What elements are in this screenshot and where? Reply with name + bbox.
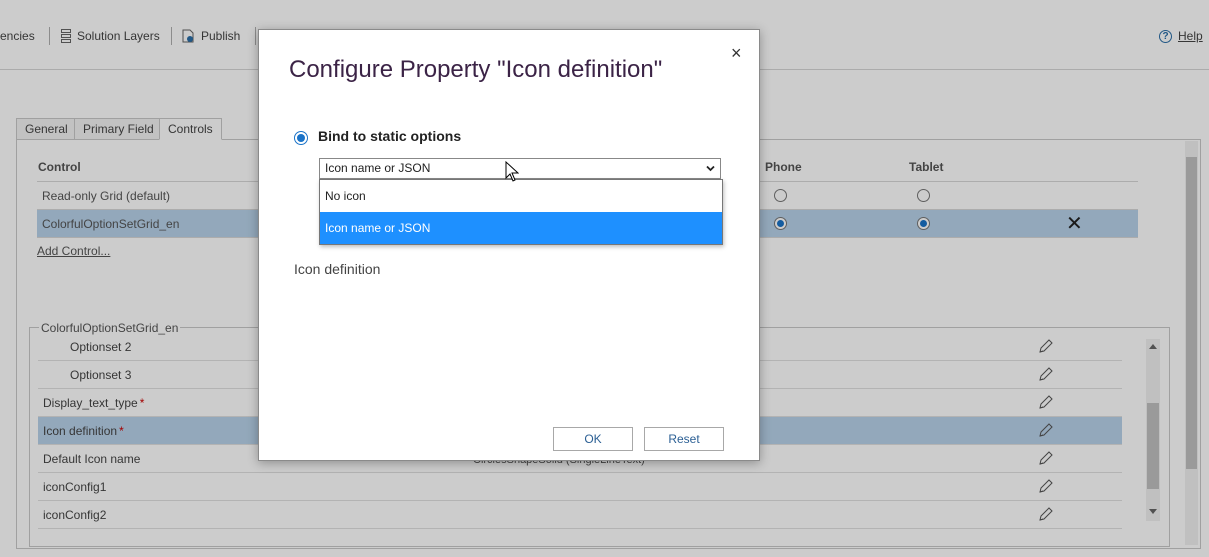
option-icon-name-or-json[interactable]: Icon name or JSON — [320, 212, 722, 244]
bind-static-options-radio[interactable] — [294, 131, 308, 145]
ok-button[interactable]: OK — [553, 427, 633, 451]
dialog-title: Configure Property "Icon definition" — [289, 56, 663, 83]
chevron-down-icon — [706, 165, 715, 172]
property-caption: Icon definition — [294, 261, 381, 277]
select-value: Icon name or JSON — [325, 161, 431, 175]
mouse-cursor-icon — [505, 161, 519, 182]
option-no-icon[interactable]: No icon — [320, 180, 722, 212]
configure-property-dialog: Configure Property "Icon definition" × B… — [258, 29, 760, 461]
select-dropdown-list: No icon Icon name or JSON — [319, 179, 723, 245]
close-icon[interactable]: × — [731, 44, 742, 62]
reset-button[interactable]: Reset — [644, 427, 724, 451]
icon-option-select[interactable]: Icon name or JSON — [319, 158, 721, 179]
bind-static-options-label: Bind to static options — [318, 128, 462, 144]
